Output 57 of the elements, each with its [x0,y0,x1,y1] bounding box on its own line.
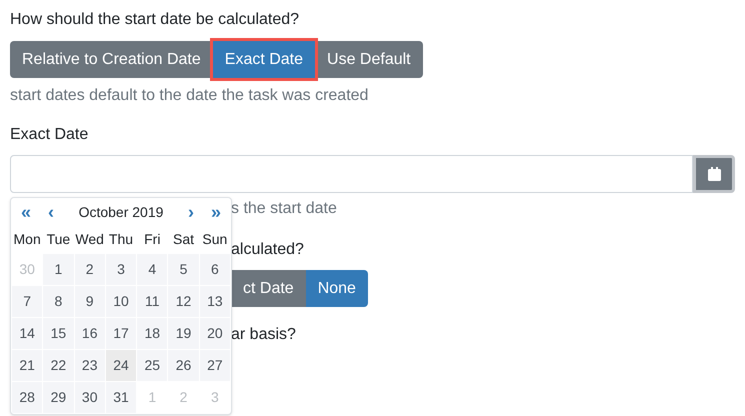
option-button[interactable]: Relative to Creation Date [10,41,213,78]
option-button[interactable]: Use Default [315,41,423,78]
help-text: s the start date [231,199,338,219]
day-cell[interactable]: 22 [43,350,74,381]
date-input-field[interactable] [10,155,693,193]
day-cell[interactable]: 12 [168,286,199,317]
day-cell[interactable]: 24 [106,350,136,381]
day-cell[interactable]: 19 [168,318,199,349]
day-cell[interactable]: 8 [43,286,74,317]
calendar-button[interactable] [693,155,735,193]
day-cell[interactable]: 27 [200,350,230,381]
calendar-icon [708,167,720,181]
day-cell[interactable]: 10 [106,286,136,317]
day-cell[interactable]: 6 [200,254,230,285]
question-label: ar basis? [231,325,297,345]
day-cell[interactable]: 25 [137,350,168,381]
day-cell[interactable]: 11 [137,286,168,317]
weekday-label: Sun [201,230,228,248]
day-cell[interactable]: 17 [106,318,136,349]
weekday-label: Tue [46,230,72,248]
day-cell[interactable]: 21 [12,350,42,381]
weekday-label: Thu [108,230,134,248]
day-cell[interactable]: 30 [74,382,105,413]
day-cell[interactable]: 29 [43,382,74,413]
day-cell[interactable]: 9 [74,286,105,317]
day-cell[interactable]: 5 [168,254,199,285]
option-button[interactable]: Exact Date [212,41,316,78]
day-cell[interactable]: 31 [106,382,136,413]
option-button[interactable]: None [306,270,368,307]
previous-month-button[interactable]: ‹ [40,198,62,226]
month-title: October 2019 [78,202,164,222]
weekday-label: Mon [12,230,42,248]
field-label: Exact Date [10,125,90,145]
day-cell[interactable]: 14 [12,318,42,349]
day-cell[interactable]: 15 [43,318,74,349]
weekday-label: Sat [172,230,196,248]
day-cell[interactable]: 7 [12,286,42,317]
day-cell[interactable]: 18 [137,318,168,349]
next-month-button[interactable]: › [180,198,202,226]
next-year-button[interactable]: » [202,198,230,226]
question-label: alculated? [231,240,305,260]
previous-year-button[interactable]: « [12,198,40,226]
day-cell[interactable]: 16 [74,318,105,349]
day-cell[interactable]: 1 [43,254,74,285]
day-cell[interactable]: 28 [12,382,42,413]
day-cell[interactable]: 26 [168,350,199,381]
day-cell[interactable]: 4 [137,254,168,285]
weekday-label: Wed [74,230,105,248]
weekday-label: Fri [143,230,162,248]
question-label: How should the start date be calculated? [10,10,300,30]
option-button[interactable]: ct Date [231,270,306,307]
day-cell[interactable]: 2 [74,254,105,285]
help-text: start dates default to the date the task was created [10,86,370,106]
day-cell[interactable]: 3 [106,254,136,285]
day-cell[interactable]: 13 [200,286,230,317]
day-cell[interactable]: 23 [74,350,105,381]
day-cell[interactable]: 20 [200,318,230,349]
